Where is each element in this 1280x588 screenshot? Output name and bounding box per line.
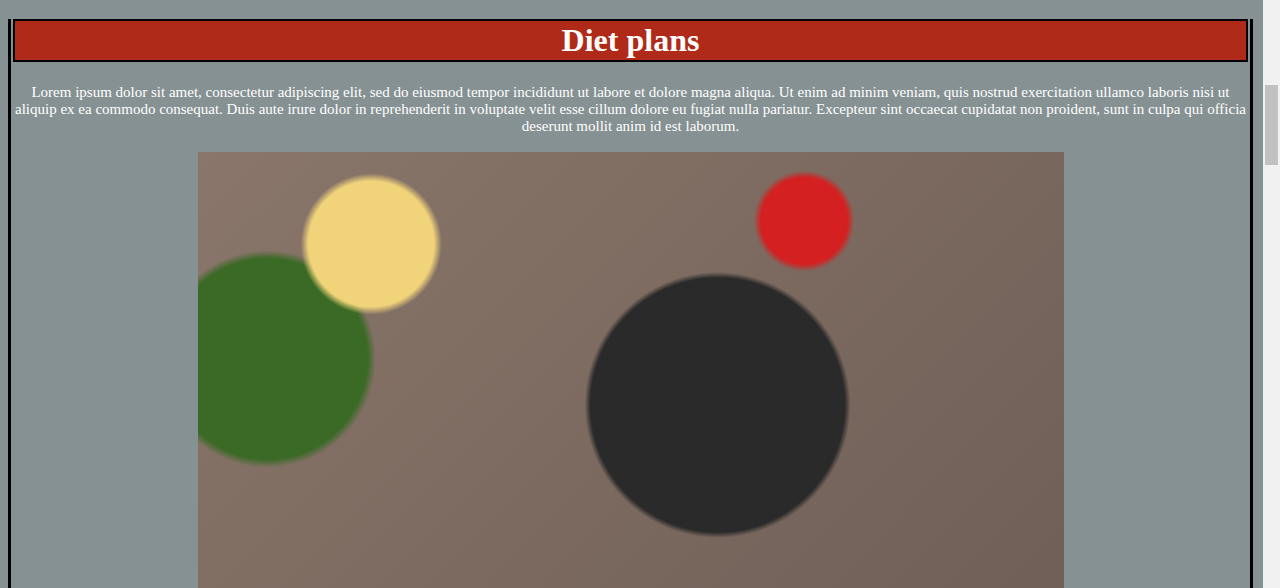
content-frame: Diet plans Lorem ipsum dolor sit amet, co… (8, 19, 1253, 588)
section-heading: Diet plans (13, 19, 1248, 62)
main-area: Diet plans Lorem ipsum dolor sit amet, co… (0, 0, 1253, 588)
diet-photo (198, 152, 1064, 588)
scrollbar[interactable] (1263, 0, 1280, 588)
scrollbar-thumb[interactable] (1265, 85, 1278, 165)
intro-paragraph: Lorem ipsum dolor sit amet, consectetur … (13, 84, 1248, 135)
page: Diet plans Lorem ipsum dolor sit amet, co… (0, 0, 1280, 588)
